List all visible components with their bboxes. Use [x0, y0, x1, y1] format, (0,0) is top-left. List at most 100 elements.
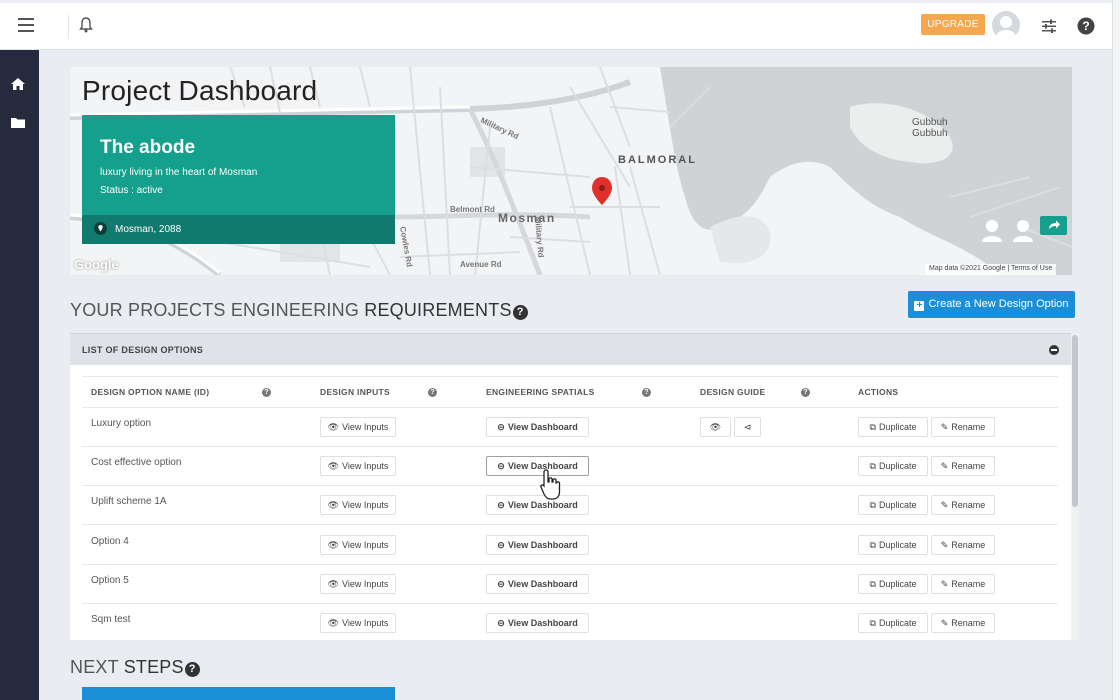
- view-inputs-button[interactable]: 👁 View Inputs: [320, 456, 396, 476]
- create-design-option-button[interactable]: + Create a New Design Option: [908, 291, 1075, 318]
- rename-button[interactable]: ✎ Rename: [931, 535, 995, 555]
- check-circle-icon: ⊝: [497, 421, 505, 432]
- pencil-icon: ✎: [940, 617, 949, 628]
- collapse-icon[interactable]: [1049, 345, 1059, 355]
- terms-link[interactable]: Terms of Use: [1011, 265, 1052, 272]
- duplicate-button[interactable]: ⧉ Duplicate: [858, 417, 928, 437]
- view-guide-button[interactable]: 👁: [700, 417, 731, 437]
- bell-icon[interactable]: [78, 16, 94, 34]
- scrollbar-thumb[interactable]: [1072, 335, 1078, 507]
- duplicate-button[interactable]: ⧉ Duplicate: [858, 613, 928, 633]
- design-option-name: Uplift scheme 1A: [91, 496, 167, 507]
- rename-label: Rename: [951, 539, 986, 550]
- rename-label: Rename: [951, 460, 986, 471]
- pencil-icon: ✎: [940, 578, 949, 589]
- duplicate-button[interactable]: ⧉ Duplicate: [858, 535, 928, 555]
- pencil-icon: ✎: [940, 539, 949, 550]
- menu-icon[interactable]: [18, 18, 34, 32]
- column-header-inputs: DESIGN INPUTS: [320, 387, 391, 397]
- map-label-avenue: Avenue Rd: [460, 260, 502, 269]
- view-inputs-label: View Inputs: [342, 499, 389, 510]
- duplicate-button[interactable]: ⧉ Duplicate: [858, 574, 928, 594]
- rename-label: Rename: [951, 617, 986, 628]
- column-header-actions: ACTIONS: [858, 387, 899, 397]
- rename-label: Rename: [951, 578, 986, 589]
- column-header-guide: DESIGN GUIDE: [700, 387, 766, 397]
- design-option-name: Option 4: [91, 536, 129, 547]
- check-circle-icon: ⊝: [497, 499, 505, 510]
- rename-button[interactable]: ✎ Rename: [931, 574, 995, 594]
- map-label-balmoral: BALMORAL: [618, 154, 697, 166]
- check-circle-icon: ⊝: [497, 617, 505, 628]
- divider: [82, 376, 1058, 377]
- user-icon[interactable]: [1012, 218, 1034, 242]
- duplicate-button[interactable]: ⧉ Duplicate: [858, 456, 928, 476]
- window-scroll-track: [1112, 0, 1120, 700]
- map-label-gubbuh-2: Gubbuh: [912, 128, 948, 139]
- help-icon[interactable]: ?: [428, 388, 437, 397]
- divider: [82, 603, 1058, 604]
- user-icon[interactable]: [981, 218, 1003, 242]
- help-icon[interactable]: ?: [1077, 17, 1095, 35]
- share-project-button[interactable]: [1040, 216, 1067, 235]
- panel-scrollbar[interactable]: [1071, 333, 1079, 640]
- heading-bold: REQUIREMENTS: [364, 300, 512, 320]
- project-status: Status : active: [100, 185, 163, 196]
- view-inputs-button[interactable]: 👁 View Inputs: [320, 574, 396, 594]
- eye-icon: 👁: [327, 460, 340, 471]
- map-attribution: Map data ©2021 Google | Terms of Use: [925, 264, 1057, 275]
- view-dashboard-button[interactable]: ⊝ View Dashboard: [486, 535, 589, 555]
- rename-label: Rename: [951, 421, 986, 432]
- view-dashboard-button[interactable]: ⊝ View Dashboard: [486, 613, 589, 633]
- rename-button[interactable]: ✎ Rename: [931, 456, 995, 476]
- view-inputs-label: View Inputs: [342, 460, 389, 471]
- folder-icon[interactable]: [10, 116, 26, 129]
- divider: [82, 485, 1058, 486]
- view-inputs-label: View Inputs: [342, 578, 389, 589]
- duplicate-label: Duplicate: [878, 539, 917, 550]
- avatar[interactable]: [992, 11, 1020, 39]
- next-step-card[interactable]: [82, 687, 395, 700]
- sliders-icon[interactable]: [1041, 18, 1057, 34]
- check-circle-icon: ⊝: [497, 539, 505, 550]
- view-dashboard-button[interactable]: ⊝ View Dashboard: [486, 495, 589, 515]
- eye-icon: 👁: [709, 421, 722, 432]
- view-inputs-button[interactable]: 👁 View Inputs: [320, 613, 396, 633]
- project-location: Mosman, 2088: [115, 224, 182, 235]
- help-icon[interactable]: ?: [184, 662, 200, 677]
- view-inputs-button[interactable]: 👁 View Inputs: [320, 535, 396, 555]
- heading-prefix: NEXT: [70, 657, 124, 677]
- upgrade-button[interactable]: UPGRADE: [921, 14, 985, 35]
- share-arrow-icon: [1049, 220, 1060, 229]
- hand-cursor-icon: [540, 469, 561, 500]
- view-dashboard-button[interactable]: ⊝ View Dashboard: [486, 456, 589, 476]
- rename-label: Rename: [951, 499, 986, 510]
- rename-button[interactable]: ✎ Rename: [931, 613, 995, 633]
- divider: [68, 15, 69, 39]
- heading-prefix: YOUR PROJECTS ENGINEERING: [70, 300, 365, 320]
- home-icon[interactable]: [10, 77, 26, 91]
- pencil-icon: ✎: [940, 460, 949, 471]
- copy-icon: ⧉: [869, 421, 876, 432]
- help-icon[interactable]: ?: [642, 388, 651, 397]
- share-icon: ⊲: [743, 421, 752, 432]
- view-dashboard-button[interactable]: ⊝ View Dashboard: [486, 574, 589, 594]
- duplicate-button[interactable]: ⧉ Duplicate: [858, 495, 928, 515]
- rename-button[interactable]: ✎ Rename: [931, 417, 995, 437]
- view-dashboard-button[interactable]: ⊝ View Dashboard: [486, 417, 589, 437]
- rename-button[interactable]: ✎ Rename: [931, 495, 995, 515]
- copy-icon: ⧉: [869, 578, 876, 589]
- divider: [82, 446, 1058, 447]
- share-guide-button[interactable]: ⊲: [734, 417, 761, 437]
- help-icon[interactable]: ?: [512, 305, 528, 320]
- view-inputs-button[interactable]: 👁 View Inputs: [320, 495, 396, 515]
- view-inputs-button[interactable]: 👁 View Inputs: [320, 417, 396, 437]
- view-dashboard-label: View Dashboard: [507, 617, 578, 628]
- help-icon[interactable]: ?: [801, 388, 810, 397]
- requirements-heading: YOUR PROJECTS ENGINEERING REQUIREMENTS?: [70, 300, 528, 321]
- next-steps-heading: NEXT STEPS?: [70, 657, 200, 678]
- plus-icon: +: [914, 301, 925, 311]
- duplicate-label: Duplicate: [878, 499, 917, 510]
- help-icon[interactable]: ?: [262, 388, 271, 397]
- project-location-bar: Mosman, 2088: [82, 215, 395, 244]
